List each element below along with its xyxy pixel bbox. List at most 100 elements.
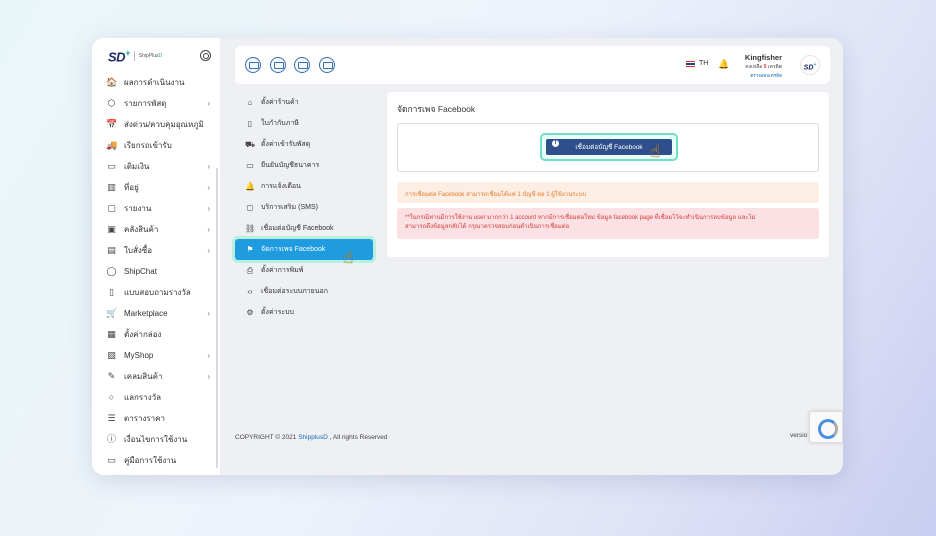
sidebar-scrollbar[interactable]: [216, 168, 218, 468]
sidebar-item-icon: 🚚: [106, 140, 118, 150]
sidebar-item[interactable]: ⬡ รายการพัสดุ ›: [92, 93, 220, 114]
sidebar-item[interactable]: 🚚 เรียกรถเข้ารับ: [92, 135, 220, 156]
submenu-item-icon: ▯: [247, 119, 253, 128]
facebook-connect-panel: f เชื่อมต่อบัญชี Facebook ☝: [397, 123, 819, 172]
chevron-right-icon: ›: [207, 372, 210, 381]
sidebar-item-label: คลังสินค้า: [124, 225, 159, 234]
sidebar-item[interactable]: 🛒 Marketplace ›: [92, 303, 220, 324]
submenu-item[interactable]: ⎙ ตั้งค่าการพิมพ์: [235, 260, 377, 281]
submenu-item-icon: ⎙: [246, 265, 254, 275]
sidebar-item[interactable]: ▭ คู่มือการใช้งาน: [92, 450, 220, 471]
submenu-item-label: เชื่อมต่อบัญชี Facebook: [261, 225, 334, 232]
sidebar-item-label: MyShop: [124, 351, 154, 360]
credit-balance: คงเหลือ 0 เครดิต: [745, 64, 782, 70]
sidebar-item-label: ตั้งค่ากล่อง: [124, 330, 162, 339]
sidebar-item[interactable]: ▥ ที่อยู่ ›: [92, 177, 220, 198]
sidebar-item-icon: ▭: [107, 455, 116, 465]
check-credit-link[interactable]: ตรวจสอบเครดิต: [745, 72, 782, 79]
sidebar-item-label: เรียกรถเข้ารับ: [124, 141, 172, 150]
sidebar-item-icon: ◯: [106, 266, 117, 276]
bell-icon[interactable]: 🔔: [718, 59, 729, 70]
sidebar-item-icon: ▤: [107, 245, 116, 255]
sidebar-item-label: แลกรางวัล: [124, 393, 161, 402]
brand-logo[interactable]: SD+ ShipPlusD: [108, 48, 162, 64]
submenu-item-label: จัดการเพจ Facebook: [261, 246, 326, 253]
submenu-item[interactable]: ▯ ใบกำกับภาษี: [235, 113, 377, 134]
submenu-item[interactable]: ⛟ ตั้งค่าเข้ารับพัสดุ: [235, 134, 377, 155]
sidebar-item-label: คู่มือการใช้งาน: [124, 456, 177, 465]
submenu-item[interactable]: ⌂ ตั้งค่าร้านค้า: [235, 92, 377, 113]
sidebar-item-icon: ⬡: [107, 98, 116, 108]
submenu-item-label: ตั้งค่าเข้ารับพัสดุ: [261, 141, 311, 148]
submenu-item-icon: ⚙: [246, 308, 254, 317]
submenu-item-label: การแจ้งเตือน: [261, 183, 301, 190]
submenu-item[interactable]: 🔔 การแจ้งเตือน: [235, 176, 377, 197]
warning-alert: การเชื่อมต่อ Facebook สามารถเชื่อมได้แค่…: [397, 182, 819, 203]
sidebar-item-icon: 📅: [106, 119, 118, 129]
sidebar-item-icon: ▦: [107, 329, 116, 339]
sidebar-item[interactable]: ○ แลกรางวัล: [92, 387, 220, 408]
wallet-shortcut-icon[interactable]: [319, 57, 335, 73]
sidebar-item-icon: ▯: [109, 287, 114, 297]
chevron-right-icon: ›: [207, 204, 210, 213]
sidebar-item[interactable]: ▧ MyShop ›: [92, 345, 220, 366]
submenu-item-label: ตั้งค่าการพิมพ์: [261, 267, 304, 274]
chevron-right-icon: ›: [207, 99, 210, 108]
sidebar-item[interactable]: ▦ ตั้งค่ากล่อง: [92, 324, 220, 345]
thai-flag-icon: [686, 60, 695, 67]
sidebar-item-icon: ▥: [107, 182, 116, 192]
submenu-item[interactable]: ◻ บริการเสริม (SMS): [235, 197, 377, 218]
sidebar-item[interactable]: ▤ ใบสั่งซื้อ ›: [92, 240, 220, 261]
sidebar-item-label: เงื่อนไขการใช้งาน: [124, 435, 188, 444]
sidebar-item[interactable]: ⓘ เงื่อนไขการใช้งาน: [92, 429, 220, 450]
submenu-item-icon: ◻: [246, 203, 254, 212]
sidebar-item[interactable]: ▣ คลังสินค้า ›: [92, 219, 220, 240]
sidebar-item[interactable]: ☰ ตารางราคา: [92, 408, 220, 429]
avatar[interactable]: SD+: [800, 55, 820, 75]
submenu-item[interactable]: ‹› เชื่อมต่อระบบภายนอก: [235, 281, 377, 302]
submenu-item-icon: ⛟: [245, 139, 256, 149]
sidebar-item-label: ผลการดำเนินงาน: [124, 78, 185, 87]
language-selector[interactable]: TH: [686, 60, 708, 67]
sidebar-item-icon: ☰: [107, 413, 116, 423]
shipment-shortcut-icon[interactable]: [245, 57, 261, 73]
submenu-item[interactable]: ⚙ ตั้งค่าระบบ: [235, 302, 377, 323]
sidebar-item-label: ส่งด่วน/ควบคุมอุณหภูมิ: [124, 120, 204, 129]
submenu-item-icon: 🔔: [245, 182, 255, 191]
facebook-icon: f: [552, 140, 559, 147]
version-label: versio: [790, 432, 808, 439]
sidebar-item-icon: ⓘ: [106, 434, 116, 444]
submenu-item[interactable]: ⛓ เชื่อมต่อบัญชี Facebook: [235, 218, 377, 239]
sidebar-item-label: Marketplace: [124, 309, 168, 318]
sidebar-item[interactable]: 📅 ส่งด่วน/ควบคุมอุณหภูมิ: [92, 114, 220, 135]
sidebar-nav: 🏠 ผลการดำเนินงาน ⬡ รายการพัสดุ › 📅 ส่งด่วน/ควบ…: [92, 72, 220, 471]
report-shortcut-icon[interactable]: [294, 57, 310, 73]
submenu-item-icon: ⚑: [246, 245, 254, 254]
submenu-item-label: เชื่อมต่อระบบภายนอก: [261, 288, 328, 295]
sidebar-item[interactable]: ▢ รายงาน ›: [92, 198, 220, 219]
sidebar-item[interactable]: ◯ ShipChat: [92, 261, 220, 282]
submenu-item-icon: ⛓: [245, 224, 256, 233]
chevron-right-icon: ›: [207, 246, 210, 255]
user-info[interactable]: Kingfisher คงเหลือ 0 เครดิต ตรวจสอบเครดิ…: [745, 53, 782, 79]
submenu-item-label: ตั้งค่าระบบ: [261, 309, 294, 316]
sidebar-item-icon: ▭: [107, 161, 116, 171]
sidebar-item[interactable]: 🏠 ผลการดำเนินงาน: [92, 72, 220, 93]
recaptcha-badge[interactable]: [809, 411, 843, 443]
chevron-right-icon: ›: [207, 309, 210, 318]
submenu-item-icon: ▭: [246, 161, 254, 170]
sidebar-item[interactable]: ▯ แบบสอบถามรางวัล: [92, 282, 220, 303]
sidebar-item[interactable]: ▭ เติมเงิน ›: [92, 156, 220, 177]
chevron-right-icon: ›: [207, 351, 210, 360]
sidebar-item[interactable]: ✎ เคลมสินค้า ›: [92, 366, 220, 387]
chevron-right-icon: ›: [207, 162, 210, 171]
danger-alert: **ในกรณีท่านมีการใช้งาน user มากกว่า 1 a…: [397, 208, 819, 239]
settings-gear-icon[interactable]: [200, 50, 211, 61]
sidebar-item-label: เคลมสินค้า: [124, 372, 163, 381]
submenu-item-label: ตั้งค่าร้านค้า: [261, 99, 299, 106]
sidebar-item-label: รายงาน: [124, 204, 152, 213]
footer-copyright: COPYRIGHT © 2021 ShipplusD , All rights …: [235, 434, 388, 441]
sidebar-item-label: ตารางราคา: [124, 414, 166, 423]
submenu-item[interactable]: ▭ ยืนยันบัญชีธนาคาร: [235, 155, 377, 176]
truck-shortcut-icon[interactable]: [270, 57, 286, 73]
